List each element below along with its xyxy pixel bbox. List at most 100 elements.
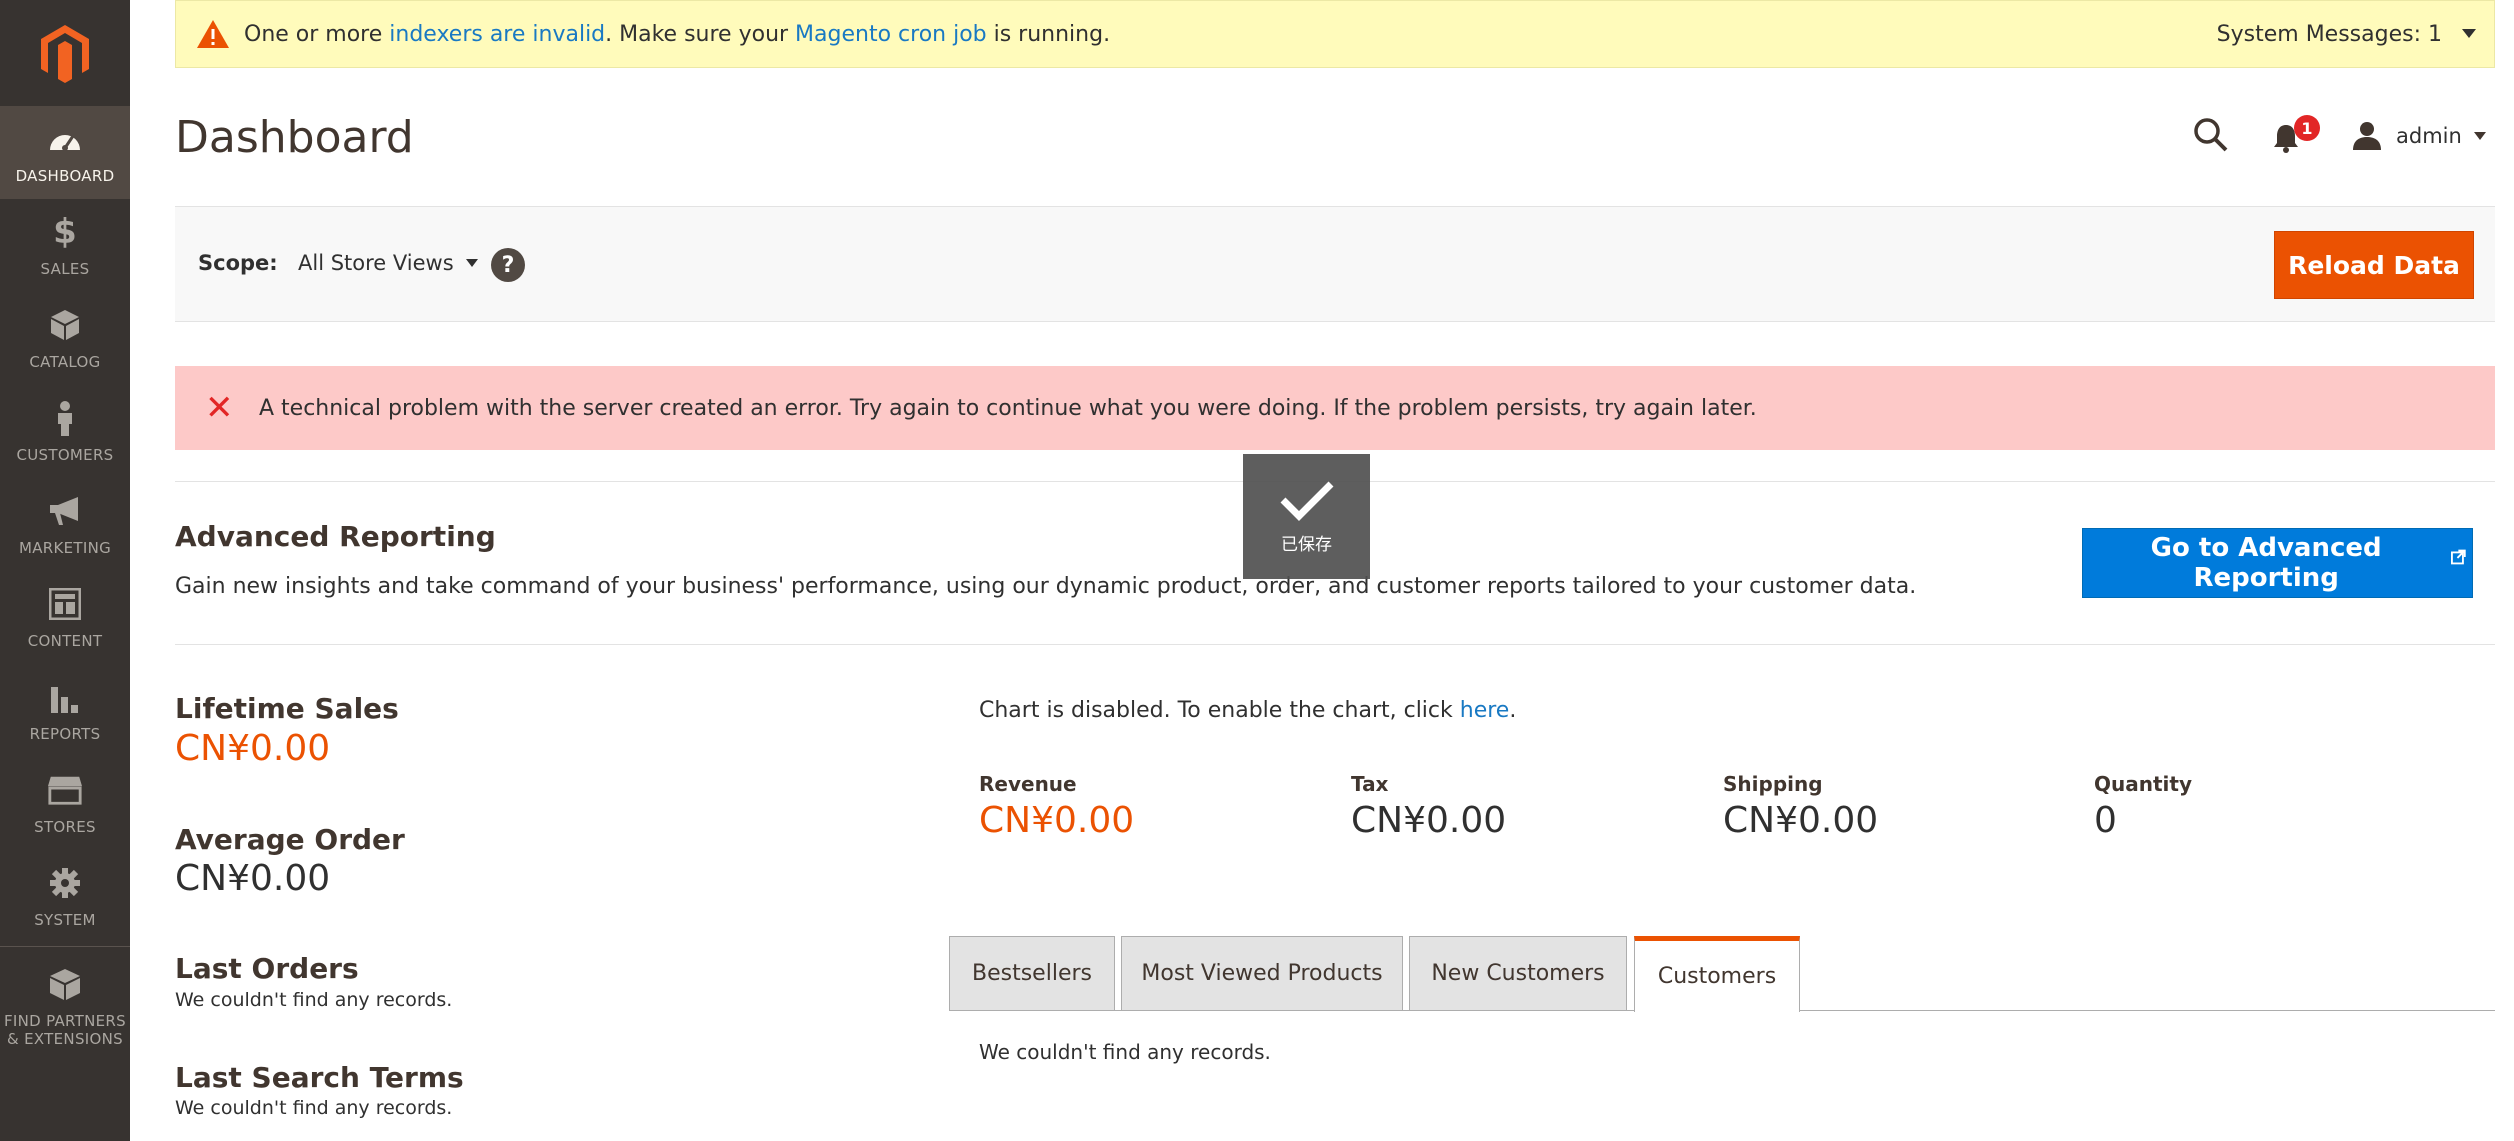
bar-chart-icon: [47, 679, 83, 715]
nav-content[interactable]: CONTENT: [0, 571, 130, 664]
magento-logo-icon: [41, 25, 89, 83]
revenue-value: CN¥0.00: [979, 800, 1135, 841]
box-icon: [47, 966, 83, 1002]
nav-label: CUSTOMERS: [16, 446, 114, 464]
megaphone-icon: [47, 493, 83, 529]
notifications-button[interactable]: 1: [2272, 115, 2322, 155]
tab-customers[interactable]: Customers: [1634, 936, 1800, 1012]
reload-data-button[interactable]: Reload Data: [2274, 231, 2474, 299]
message-suffix: is running.: [986, 21, 1111, 47]
average-order-value: CN¥0.00: [175, 858, 331, 899]
account-menu[interactable]: admin: [2352, 116, 2486, 156]
warning-icon: [197, 20, 229, 48]
message-prefix: One or more: [244, 21, 390, 47]
scope-label: Scope:: [198, 251, 278, 275]
search-icon: [2194, 118, 2228, 152]
chevron-down-icon[interactable]: [2462, 29, 2476, 38]
chart-note-suffix: .: [1509, 698, 1517, 723]
nav-label: STORES: [34, 818, 96, 836]
store-view-switcher[interactable]: All Store Views: [298, 251, 478, 275]
layout-icon: [47, 586, 83, 622]
help-icon[interactable]: ?: [491, 248, 525, 282]
system-message-text: One or more indexers are invalid. Make s…: [244, 22, 1110, 47]
shipping-label: Shipping: [1723, 772, 1823, 796]
chart-note-prefix: Chart is disabled. To enable the chart, …: [979, 698, 1460, 723]
nav-label: SALES: [40, 260, 90, 278]
quantity-label: Quantity: [2094, 772, 2192, 796]
nav-label: SYSTEM: [34, 911, 96, 929]
go-to-advanced-reporting-button[interactable]: Go to Advanced Reporting: [2082, 528, 2473, 598]
divider: [175, 644, 2495, 645]
store-view-value: All Store Views: [298, 251, 454, 275]
shipping-value: CN¥0.00: [1723, 800, 1879, 841]
nav-divider: [0, 946, 130, 947]
error-text: A technical problem with the server crea…: [259, 395, 1757, 421]
nav-catalog[interactable]: CATALOG: [0, 292, 130, 385]
system-message-bar: One or more indexers are invalid. Make s…: [175, 0, 2495, 68]
nav-label: MARKETING: [18, 539, 112, 557]
nav-sales[interactable]: $ SALES: [0, 199, 130, 292]
last-search-terms-label: Last Search Terms: [175, 1061, 464, 1094]
user-icon: [2353, 122, 2381, 150]
average-order-label: Average Order: [175, 823, 405, 856]
nav-reports[interactable]: REPORTS: [0, 664, 130, 757]
global-search-button[interactable]: [2193, 117, 2229, 153]
dollar-icon: $: [53, 212, 77, 252]
error-message: ✕ A technical problem with the server cr…: [175, 366, 2495, 450]
tab-new-customers[interactable]: New Customers: [1409, 936, 1627, 1011]
external-link-icon: [2451, 549, 2466, 565]
nav-label: CONTENT: [27, 632, 103, 650]
quantity-value: 0: [2094, 800, 2117, 841]
nav-system[interactable]: SYSTEM: [0, 850, 130, 943]
nav-label: FIND PARTNERS: [4, 1012, 126, 1030]
lifetime-sales-value: CN¥0.00: [175, 728, 331, 769]
nav-customers[interactable]: CUSTOMERS: [0, 385, 130, 478]
last-orders-empty: We couldn't find any records.: [175, 989, 453, 1011]
tax-label: Tax: [1351, 772, 1389, 796]
person-icon: [47, 400, 83, 436]
chevron-down-icon: [465, 259, 478, 267]
cube-icon: [47, 307, 83, 343]
nav-label: & EXTENSIONS: [7, 1030, 123, 1048]
notification-count-badge: 1: [2294, 115, 2320, 141]
admin-username: admin: [2396, 124, 2462, 148]
enable-chart-link[interactable]: here: [1460, 698, 1510, 723]
nav-stores[interactable]: STORES: [0, 757, 130, 850]
tax-total: Tax CN¥0.00: [1351, 772, 1506, 841]
error-icon: ✕: [205, 388, 234, 428]
page-title: Dashboard: [175, 112, 414, 163]
storefront-icon: [47, 772, 83, 808]
checkmark-icon: [1280, 481, 1333, 521]
system-messages-count[interactable]: System Messages: 1: [2217, 22, 2442, 47]
advanced-reporting-title: Advanced Reporting: [175, 520, 496, 553]
nav-label: DASHBOARD: [15, 167, 115, 185]
advanced-reporting-button-label: Go to Advanced Reporting: [2150, 533, 2382, 593]
saved-toast: 已保存: [1243, 454, 1370, 579]
indexers-link[interactable]: indexers are invalid: [389, 22, 605, 47]
dashboard-icon: [47, 121, 83, 157]
last-search-terms-empty: We couldn't find any records.: [175, 1097, 453, 1119]
nav-partners[interactable]: FIND PARTNERS & EXTENSIONS: [0, 948, 130, 1060]
tax-value: CN¥0.00: [1351, 800, 1507, 841]
advanced-reporting-description: Gain new insights and take command of yo…: [175, 574, 1917, 599]
nav-marketing[interactable]: MARKETING: [0, 478, 130, 571]
message-middle: . Make sure your: [605, 21, 796, 47]
nav-label: CATALOG: [29, 353, 101, 371]
admin-sidebar: DASHBOARD $ SALES CATALOG CUSTOMERS MARK…: [0, 0, 130, 1141]
chart-disabled-note: Chart is disabled. To enable the chart, …: [979, 698, 1516, 723]
nav-label: REPORTS: [29, 725, 101, 743]
gear-icon: [47, 865, 83, 901]
saved-toast-label: 已保存: [1281, 535, 1332, 555]
revenue-label: Revenue: [979, 772, 1077, 796]
tab-content-empty: We couldn't find any records.: [979, 1040, 1271, 1064]
magento-logo[interactable]: [0, 0, 130, 106]
revenue-total: Revenue CN¥0.00: [979, 772, 1134, 841]
cron-job-link[interactable]: Magento cron job: [795, 22, 987, 47]
shipping-total: Shipping CN¥0.00: [1723, 772, 1878, 841]
scope-toolbar: Scope: All Store Views ? Reload Data: [175, 206, 2495, 322]
quantity-total: Quantity 0: [2094, 772, 2192, 841]
lifetime-sales-label: Lifetime Sales: [175, 692, 399, 725]
tab-most-viewed-products[interactable]: Most Viewed Products: [1121, 936, 1403, 1011]
tab-bestsellers[interactable]: Bestsellers: [949, 936, 1115, 1011]
nav-dashboard[interactable]: DASHBOARD: [0, 106, 130, 199]
